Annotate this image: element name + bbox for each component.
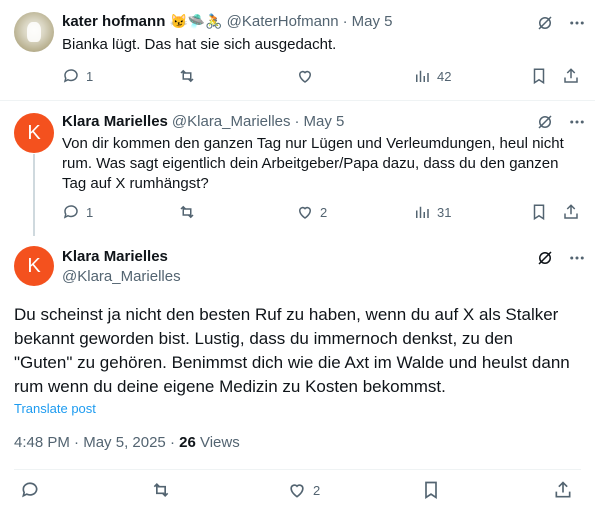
tweet-header: kater hofmann 😼🛸🚴 @KaterHofmann · May 5 <box>62 13 392 30</box>
tweet-text: Bianka lügt. Das hat sie sich ausgedacht… <box>62 36 337 53</box>
views-chart-icon <box>416 206 429 218</box>
reply-button[interactable]: 1 <box>62 203 93 221</box>
views-chart-icon <box>416 70 429 82</box>
author-handle[interactable]: @Klara_Marielles <box>172 113 291 130</box>
like-button[interactable]: 2 <box>296 203 327 221</box>
reply-button[interactable]: 1 <box>62 67 93 85</box>
tweet-actions: 1 2 31 <box>62 203 582 225</box>
repost-icon <box>153 482 169 498</box>
post-time[interactable]: 4:48 PM <box>14 434 70 451</box>
bookmark-button[interactable] <box>530 67 548 85</box>
post-timestamp: 4:48 PM · May 5, 2025 · 26 Views <box>14 434 240 451</box>
author-name[interactable]: Klara Marielles <box>62 248 168 265</box>
like-count: 2 <box>320 204 328 220</box>
tweet-actions: 1 42 <box>62 67 582 89</box>
bookmark-icon <box>533 204 545 221</box>
tweet-top-icons <box>536 113 586 136</box>
tweet-kater-hofmann[interactable]: kater hofmann 😼🛸🚴 @KaterHofmann · May 5 … <box>0 0 595 100</box>
avatar[interactable]: K <box>14 113 54 153</box>
more-icon[interactable] <box>568 113 586 136</box>
repost-button[interactable] <box>151 480 171 500</box>
main-top-icons <box>536 249 586 272</box>
reply-count: 1 <box>86 204 94 220</box>
reply-count: 1 <box>86 68 94 84</box>
share-icon <box>564 68 578 83</box>
post-date[interactable]: May 5, 2025 <box>83 434 166 451</box>
tweet-klara-reply[interactable]: K Klara Marielles @Klara_Marielles · May… <box>0 101 595 233</box>
heart-icon <box>298 70 312 83</box>
divider <box>14 469 581 470</box>
reply-icon <box>22 482 38 498</box>
tweet-text: Von dir kommen den ganzen Tag nur Lügen … <box>62 135 564 192</box>
repost-icon <box>180 69 194 83</box>
separator-dot: · <box>294 113 300 130</box>
separator-dot: · <box>169 434 175 451</box>
post-date[interactable]: May 5 <box>352 13 393 30</box>
share-button[interactable] <box>562 67 580 85</box>
views-count: 26 <box>179 434 196 451</box>
bookmark-icon <box>533 68 545 85</box>
post-date[interactable]: May 5 <box>304 113 345 130</box>
like-button[interactable] <box>296 67 320 85</box>
grok-icon[interactable] <box>536 249 554 272</box>
main-actions: 2 <box>0 480 595 506</box>
views-button[interactable]: 42 <box>413 67 451 85</box>
separator-dot: · <box>74 434 80 451</box>
more-icon[interactable] <box>568 249 586 272</box>
translate-link[interactable]: Translate post <box>14 401 96 416</box>
share-icon <box>555 481 571 498</box>
views-button[interactable]: 31 <box>413 203 451 221</box>
share-button[interactable] <box>562 203 580 221</box>
views-count: 42 <box>437 68 452 84</box>
author-name[interactable]: Klara Marielles <box>62 113 168 130</box>
reply-icon <box>63 205 78 219</box>
bookmark-button[interactable] <box>530 203 548 221</box>
tweet-top-icons <box>536 14 586 37</box>
views-label: Views <box>199 434 240 451</box>
more-icon[interactable] <box>568 14 586 37</box>
reply-icon <box>63 69 78 83</box>
author-handle[interactable]: @Klara_Marielles <box>62 268 181 285</box>
name-emojis: 😼🛸🚴 <box>170 13 223 29</box>
grok-icon[interactable] <box>536 14 554 37</box>
views-count: 31 <box>437 204 452 220</box>
heart-icon <box>298 206 312 219</box>
bookmark-icon <box>425 481 437 500</box>
like-count: 2 <box>313 482 321 498</box>
author-name[interactable]: kater hofmann <box>62 13 165 30</box>
heart-icon <box>290 484 304 498</box>
repost-button[interactable] <box>178 203 202 221</box>
share-icon <box>564 204 578 219</box>
like-button[interactable]: 2 <box>287 480 320 500</box>
avatar[interactable] <box>14 12 54 52</box>
reply-button[interactable] <box>20 480 40 500</box>
tweet-header: Klara Marielles @Klara_Marielles · May 5 <box>62 113 344 130</box>
grok-icon[interactable] <box>536 113 554 136</box>
author-handle[interactable]: @KaterHofmann <box>227 13 339 30</box>
share-button[interactable] <box>553 480 573 500</box>
bookmark-button[interactable] <box>421 480 441 500</box>
repost-icon <box>180 205 194 219</box>
repost-button[interactable] <box>178 67 202 85</box>
post-text: Du scheinst ja nicht den besten Ruf zu h… <box>14 305 570 396</box>
separator-dot: · <box>342 13 348 30</box>
avatar[interactable]: K <box>14 246 54 286</box>
thread-line <box>33 154 35 236</box>
